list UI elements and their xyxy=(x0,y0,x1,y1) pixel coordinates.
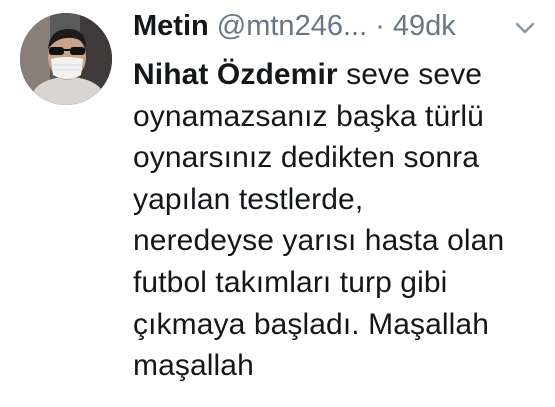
tweet-text-line: yapılan testlerde, xyxy=(133,182,364,216)
timestamp[interactable]: 49dk xyxy=(393,10,456,42)
tweet-text: Nihat Özdemir seve seve oynamazsanız baş… xyxy=(133,54,543,387)
tweet-text-line: oynarsınız dedikten sonra xyxy=(133,141,480,175)
tweet-text-line: futbol takımları turp gibi xyxy=(133,265,448,299)
tweet-card[interactable]: Metin @mtn246... · 49dk Nihat Özdemir se… xyxy=(0,0,555,407)
author-handle[interactable]: @mtn246... xyxy=(217,10,367,42)
tweet-text-line: oynamazsanız başka türlü xyxy=(133,99,484,133)
separator-dot: · xyxy=(375,10,385,42)
avatar[interactable] xyxy=(20,13,112,105)
user-avatar-photo xyxy=(20,13,112,105)
tweet-text-line: Nihat Özdemir seve seve xyxy=(133,54,543,96)
tweet-text-segment: seve seve xyxy=(337,58,483,91)
tweet-text-line: maşallah xyxy=(133,349,254,383)
tweet-header: Metin @mtn246... · 49dk xyxy=(133,6,543,46)
tweet-text-line: çıkmaya başladı. Maşallah xyxy=(133,307,489,341)
mention[interactable]: Nihat Özdemir xyxy=(133,58,338,91)
chevron-down-icon[interactable] xyxy=(514,21,536,35)
author-display-name[interactable]: Metin xyxy=(133,10,209,42)
tweet-text-line: neredeyse yarısı hasta olan xyxy=(133,224,505,258)
